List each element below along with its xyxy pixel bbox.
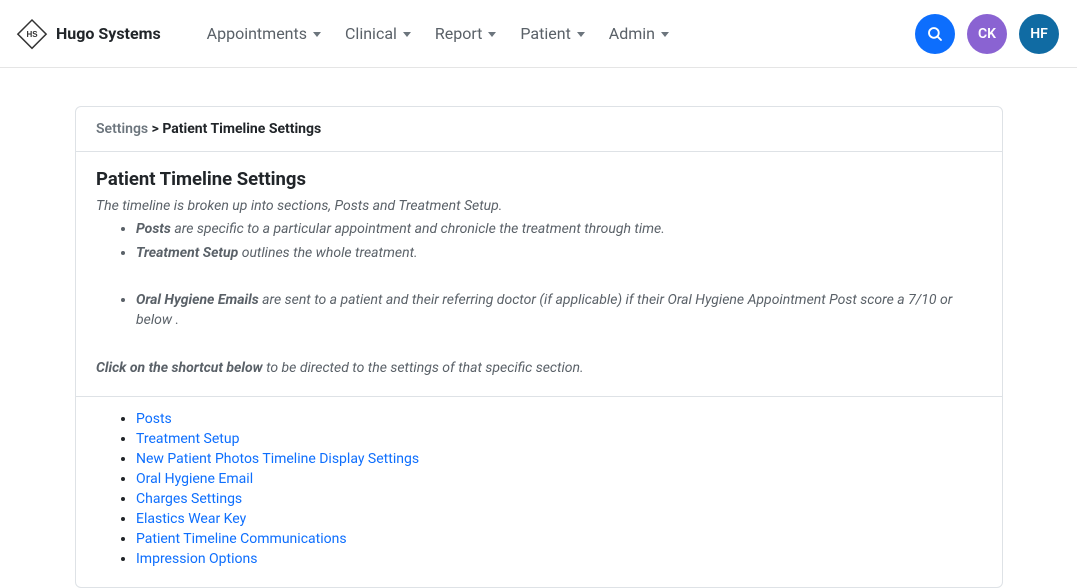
brand-logo-icon: HS <box>16 18 48 50</box>
list-item: Elastics Wear Key <box>136 511 982 527</box>
link-impression-options[interactable]: Impression Options <box>136 551 257 567</box>
nav-appointments[interactable]: Appointments <box>203 18 325 49</box>
shortcut-hint-rest: to be directed to the settings of that s… <box>263 360 584 376</box>
chevron-down-icon <box>313 32 321 37</box>
breadcrumb-sep: > <box>152 121 159 137</box>
avatar-initials: CK <box>978 26 996 42</box>
settings-card: Settings > Patient Timeline Settings Pat… <box>75 106 1003 588</box>
list-item: Patient Timeline Communications <box>136 531 982 547</box>
desc-rest: are sent to a patient and their referrin… <box>136 292 952 328</box>
nav-label: Admin <box>609 24 655 43</box>
chevron-down-icon <box>488 32 496 37</box>
link-new-patient-photos[interactable]: New Patient Photos Timeline Display Sett… <box>136 451 419 467</box>
main-nav: Appointments Clinical Report Patient Adm… <box>191 18 915 49</box>
page-title: Patient Timeline Settings <box>96 168 982 190</box>
desc-item-treatment-setup: Treatment Setup outlines the whole treat… <box>136 244 982 264</box>
avatar-ck[interactable]: CK <box>967 14 1007 54</box>
link-charges-settings[interactable]: Charges Settings <box>136 491 242 507</box>
desc-rest: are specific to a particular appointment… <box>171 221 665 237</box>
link-oral-hygiene-email[interactable]: Oral Hygiene Email <box>136 471 253 487</box>
nav-label: Report <box>435 24 483 43</box>
list-item: New Patient Photos Timeline Display Sett… <box>136 451 982 467</box>
shortcut-hint-strong: Click on the shortcut below <box>96 360 263 376</box>
topbar: HS Hugo Systems Appointments Clinical Re… <box>0 0 1077 68</box>
link-patient-timeline-comms[interactable]: Patient Timeline Communications <box>136 531 347 547</box>
svg-text:HS: HS <box>26 30 38 39</box>
description-list: Posts are specific to a particular appoi… <box>96 220 982 330</box>
nav-patient[interactable]: Patient <box>516 18 588 49</box>
card-body: Patient Timeline Settings The timeline i… <box>76 152 1002 397</box>
desc-rest: outlines the whole treatment. <box>238 245 417 261</box>
nav-label: Appointments <box>207 24 307 43</box>
link-elastics-wear-key[interactable]: Elastics Wear Key <box>136 511 246 527</box>
avatar-initials: HF <box>1030 26 1048 42</box>
nav-label: Clinical <box>345 24 397 43</box>
chevron-down-icon <box>403 32 411 37</box>
list-item: Charges Settings <box>136 491 982 507</box>
shortcut-link-list: Posts Treatment Setup New Patient Photos… <box>96 411 982 567</box>
nav-clinical[interactable]: Clinical <box>341 18 415 49</box>
nav-admin[interactable]: Admin <box>605 18 673 49</box>
list-item: Oral Hygiene Email <box>136 471 982 487</box>
breadcrumb-current: Patient Timeline Settings <box>162 121 321 137</box>
brand-name: Hugo Systems <box>56 24 161 43</box>
chevron-down-icon <box>577 32 585 37</box>
search-icon <box>926 25 944 43</box>
desc-item-oral-hygiene: Oral Hygiene Emails are sent to a patien… <box>136 291 982 330</box>
main-container: Settings > Patient Timeline Settings Pat… <box>0 68 1077 588</box>
list-item: Posts <box>136 411 982 427</box>
breadcrumb-root[interactable]: Settings <box>96 121 148 137</box>
link-posts[interactable]: Posts <box>136 411 172 427</box>
intro-text: The timeline is broken up into sections,… <box>96 198 982 214</box>
breadcrumb: Settings > Patient Timeline Settings <box>76 107 1002 152</box>
desc-strong: Treatment Setup <box>136 245 238 261</box>
list-item: Impression Options <box>136 551 982 567</box>
shortcut-hint: Click on the shortcut below to be direct… <box>96 360 982 376</box>
search-button[interactable] <box>915 14 955 54</box>
nav-report[interactable]: Report <box>431 18 501 49</box>
avatar-hf[interactable]: HF <box>1019 14 1059 54</box>
chevron-down-icon <box>661 32 669 37</box>
brand[interactable]: HS Hugo Systems <box>16 18 161 50</box>
link-treatment-setup[interactable]: Treatment Setup <box>136 431 239 447</box>
topbar-right: CK HF <box>915 14 1059 54</box>
desc-strong: Posts <box>136 221 171 237</box>
desc-item-posts: Posts are specific to a particular appoi… <box>136 220 982 240</box>
nav-label: Patient <box>520 24 570 43</box>
desc-strong: Oral Hygiene Emails <box>136 292 259 308</box>
list-item: Treatment Setup <box>136 431 982 447</box>
